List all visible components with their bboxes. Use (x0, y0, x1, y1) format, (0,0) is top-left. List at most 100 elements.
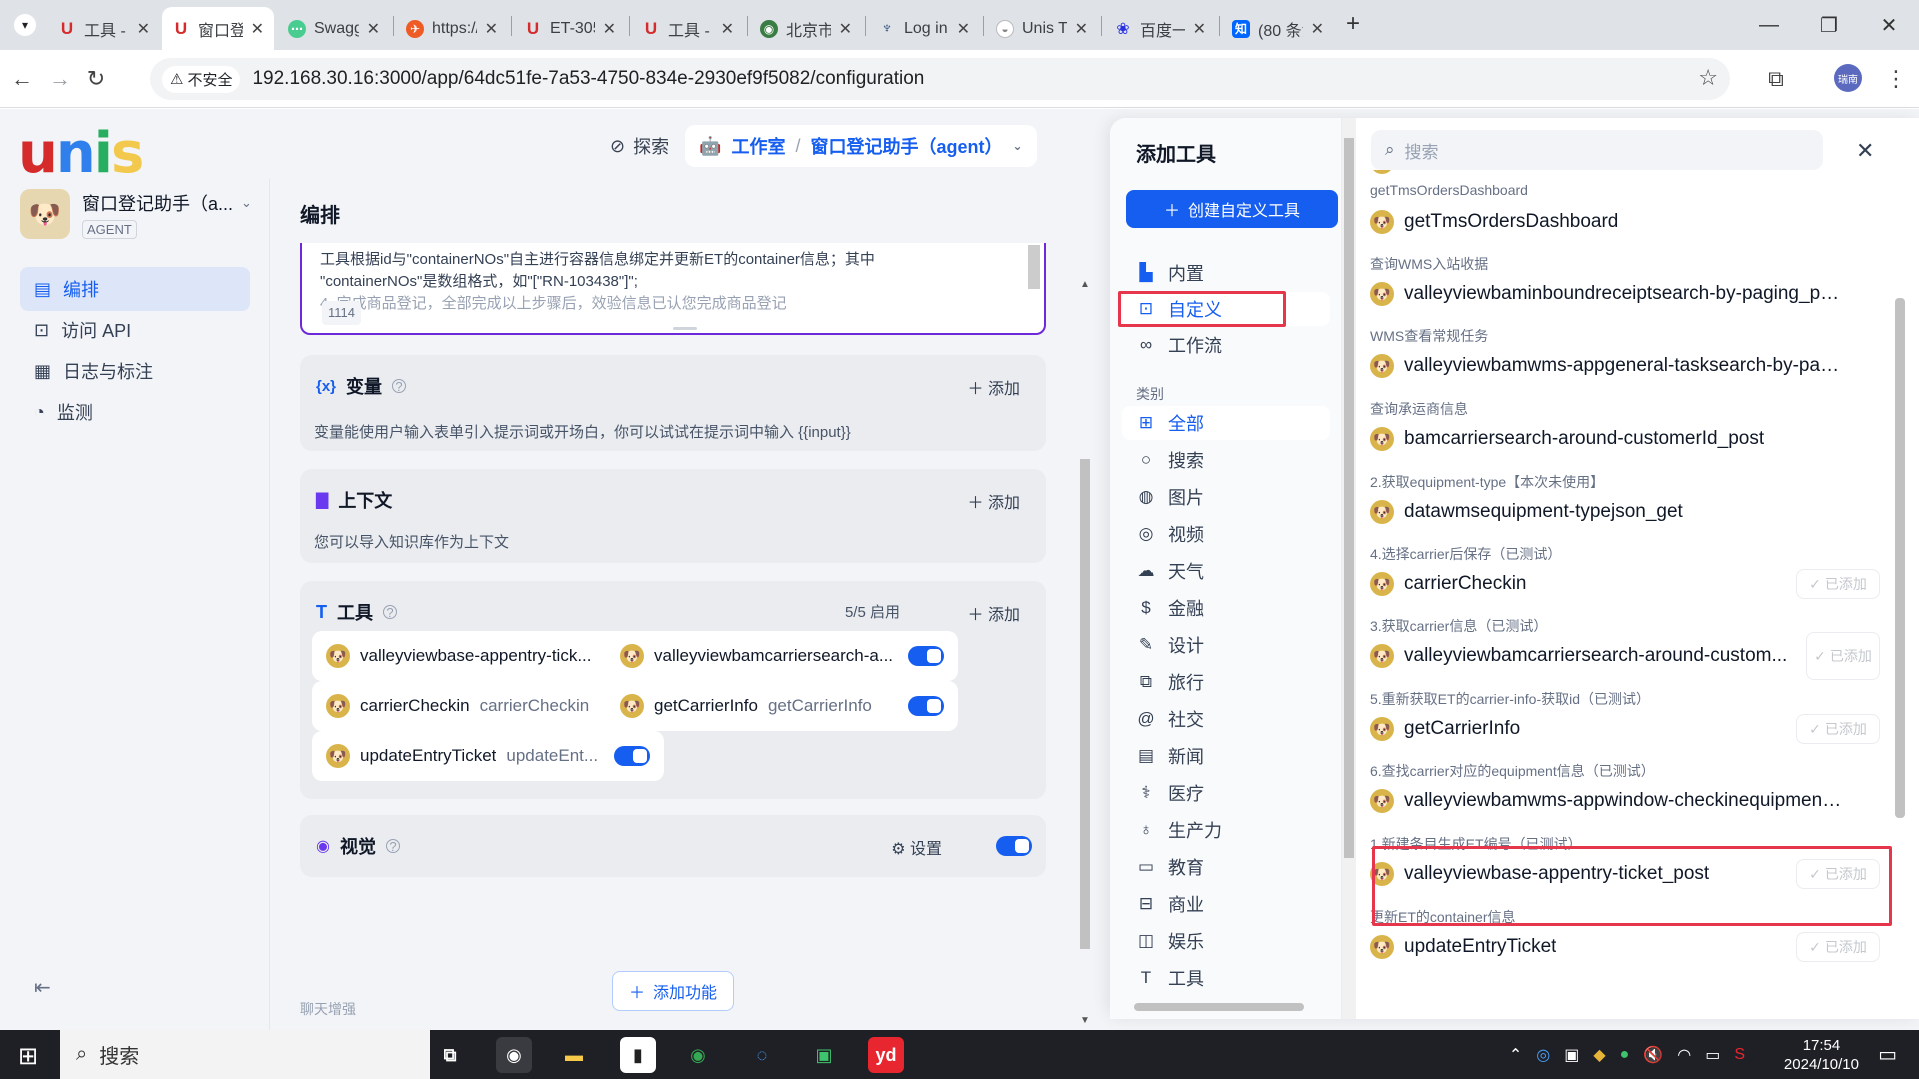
tab-close-icon[interactable]: ✕ (1075, 19, 1088, 39)
category-design[interactable]: ✎ 设计 (1122, 628, 1330, 662)
browser-menu-icon[interactable]: ⋮ (1880, 63, 1912, 95)
windows-start-icon[interactable]: ⊞ (18, 1042, 38, 1071)
extensions-icon[interactable]: ⧉ (1760, 63, 1792, 95)
tab-close-icon[interactable]: ✕ (839, 19, 852, 39)
tool-list-item[interactable]: 🐶 carrierCheckin ✓ 已添加 (1370, 566, 1880, 602)
tool-item[interactable]: 🐶 getCarrierInfo getCarrierInfo (606, 681, 958, 731)
tool-list-item[interactable]: 🐶 valleyviewbamwms-appgeneral-tasksearch-… (1370, 348, 1880, 384)
browser-tab[interactable]: ◒ Unis Tic ✕ (986, 7, 1098, 50)
browser-tab[interactable]: U ET-305 ✕ (514, 7, 626, 50)
add-feature-button[interactable]: ＋ 添加功能 (612, 971, 734, 1011)
restore-icon[interactable]: ❐ (1799, 0, 1859, 50)
tab-close-icon[interactable]: ✕ (485, 19, 498, 39)
tool-list-item[interactable]: 🐶 getCarrierInfo ✓ 已添加 (1370, 711, 1880, 747)
sidebar-item-api[interactable]: ⊡ 访问 API (20, 308, 250, 352)
chevron-down-icon[interactable]: ⌄ (1013, 139, 1023, 153)
wechat-icon[interactable]: ● (1620, 1046, 1630, 1064)
file-explorer-icon[interactable]: ▬ (556, 1037, 592, 1073)
back-arrow-icon[interactable]: ← (6, 63, 38, 95)
scrollbar-thumb[interactable] (1080, 459, 1090, 949)
tool-enable-toggle[interactable] (908, 696, 944, 716)
tool-list-item[interactable]: 🐶 datawmsequipment-typejson_get (1370, 494, 1880, 530)
add-context-button[interactable]: ＋ 添加 (968, 489, 1020, 513)
category-all[interactable]: ⊞ 全部 (1122, 406, 1330, 440)
tab-close-icon[interactable]: ✕ (1193, 19, 1206, 39)
studio-nav[interactable]: 🤖 工作室 / 窗口登记助手（agent） ⌄ (685, 125, 1037, 167)
category-horizontal-scrollbar[interactable] (1120, 1000, 1332, 1014)
close-window-icon[interactable]: ✕ (1859, 0, 1919, 50)
input-method-icon[interactable]: S (1734, 1046, 1745, 1064)
omnibox[interactable]: ⚠ 不安全 192.168.30.16:3000/app/64dc51fe-7a… (150, 58, 1730, 100)
category-medical[interactable]: ⚕ 医疗 (1122, 776, 1330, 810)
category-entertainment[interactable]: ◫ 娱乐 (1122, 924, 1330, 958)
tab-search-button[interactable]: ▾ (14, 14, 36, 36)
help-icon[interactable]: ? (392, 379, 407, 394)
tool-list-scrollbar[interactable] (1893, 118, 1907, 1019)
tab-close-icon[interactable]: ✕ (957, 19, 970, 39)
prompt-editor[interactable]: 工具根据id与"containerNOs"自主进行容器信息绑定并更新ET的con… (300, 243, 1046, 335)
vision-toggle[interactable] (996, 836, 1032, 856)
tool-list-item[interactable]: 🐶 valleyviewbaminboundreceiptsearch-by-pa… (1370, 276, 1880, 312)
minimize-icon[interactable]: — (1739, 0, 1799, 50)
tab-close-icon[interactable]: ✕ (603, 19, 616, 39)
scrollbar-thumb[interactable] (1895, 298, 1905, 818)
category-finance[interactable]: $ 金融 (1122, 591, 1330, 625)
reload-icon[interactable]: ↻ (80, 63, 112, 95)
close-drawer-icon[interactable]: ✕ (1856, 138, 1874, 164)
category-social[interactable]: @ 社交 (1122, 702, 1330, 736)
tab-close-icon[interactable]: ✕ (137, 19, 150, 39)
clock[interactable]: 17:54 2024/10/10 (1784, 1036, 1859, 1074)
scrollbar-thumb[interactable] (1134, 1003, 1304, 1011)
browser-tab[interactable]: ⋯ Swagge ✕ (278, 7, 390, 50)
search-app-icon[interactable]: ◌ (744, 1037, 780, 1073)
category-tools[interactable]: T 工具 (1122, 961, 1330, 995)
youdao-icon[interactable]: yd (868, 1037, 904, 1073)
source-builtin[interactable]: ▙ 内置 (1122, 256, 1330, 290)
category-image[interactable]: ◍ 图片 (1122, 480, 1330, 514)
app-taskbar-icon[interactable]: ▮ (620, 1037, 656, 1073)
tray-app-icon[interactable]: ▣ (1564, 1045, 1579, 1065)
create-custom-tool-button[interactable]: ＋ 创建自定义工具 (1126, 190, 1338, 228)
app-info[interactable]: 🐶 窗口登记助手（a... ⌄ AGENT (20, 189, 252, 239)
chevron-up-icon[interactable]: ⌃ (1509, 1045, 1522, 1065)
tool-list-item[interactable]: 🐶 valleyviewbamcarriersearch-around-custo… (1370, 632, 1880, 680)
taskbar-search[interactable]: ⌕ 搜索 (60, 1030, 430, 1079)
vision-settings-button[interactable]: ⚙ 设置 (891, 835, 942, 859)
notification-icon[interactable]: ▭ (1878, 1042, 1897, 1067)
tool-item[interactable]: 🐶 updateEntryTicket updateEnt... (312, 731, 664, 781)
battery-icon[interactable]: ▭ (1705, 1045, 1720, 1065)
explore-nav[interactable]: ⊘ 探索 (610, 133, 669, 159)
scrollbar-thumb[interactable] (1344, 138, 1354, 858)
source-workflow[interactable]: ∞ 工作流 (1122, 328, 1330, 362)
new-tab-button[interactable]: + (1346, 10, 1360, 38)
tab-close-icon[interactable]: ✕ (1311, 19, 1324, 39)
tray-app-icon[interactable]: ◆ (1593, 1045, 1605, 1065)
browser-tab[interactable]: ◉ 北京市小 ✕ (750, 7, 862, 50)
terminal-app-icon[interactable]: ▣ (806, 1037, 842, 1073)
help-icon[interactable]: ? (383, 605, 397, 620)
category-video[interactable]: ◎ 视频 (1122, 517, 1330, 551)
browser-tab[interactable]: ✈ https:// ✕ (396, 7, 508, 50)
chrome-taskbar-icon[interactable]: ◉ (496, 1037, 532, 1073)
task-view-icon[interactable]: ⧉ (432, 1037, 468, 1073)
profile-avatar[interactable]: 瑞南 (1834, 64, 1862, 92)
sidebar-item-logs[interactable]: ▦ 日志与标注 (20, 349, 250, 393)
category-productivity[interactable]: ♁ 生产力 (1122, 813, 1330, 847)
tab-close-icon[interactable]: ✕ (251, 19, 264, 39)
tool-enable-toggle[interactable] (908, 646, 944, 666)
category-search[interactable]: ○ 搜索 (1122, 443, 1330, 477)
current-app-label[interactable]: 窗口登记助手（agent） (811, 133, 1003, 159)
tool-list-item[interactable]: 🐶 updateEntryTicket ✓ 已添加 (1370, 929, 1880, 965)
main-scrollbar[interactable]: ▲ ▼ (1076, 279, 1094, 1030)
scroll-up-icon[interactable]: ▲ (1080, 279, 1090, 290)
tool-list-item[interactable]: 🐶 (1370, 170, 1880, 180)
browser-tab[interactable]: ♆ Log in - ✕ (868, 7, 980, 50)
tool-enable-toggle[interactable] (614, 746, 650, 766)
wifi-icon[interactable]: ◠ (1677, 1045, 1691, 1065)
category-travel[interactable]: ⧉ 旅行 (1122, 665, 1330, 699)
help-icon[interactable]: ? (385, 839, 400, 854)
sidebar-item-orchestrate[interactable]: ▤ 编排 (20, 267, 250, 311)
tool-list-item[interactable]: 🐶 getTmsOrdersDashboard (1370, 204, 1880, 240)
browser-tab[interactable]: U 工具 - A ✕ (48, 7, 160, 50)
category-business[interactable]: ⊟ 商业 (1122, 887, 1330, 921)
